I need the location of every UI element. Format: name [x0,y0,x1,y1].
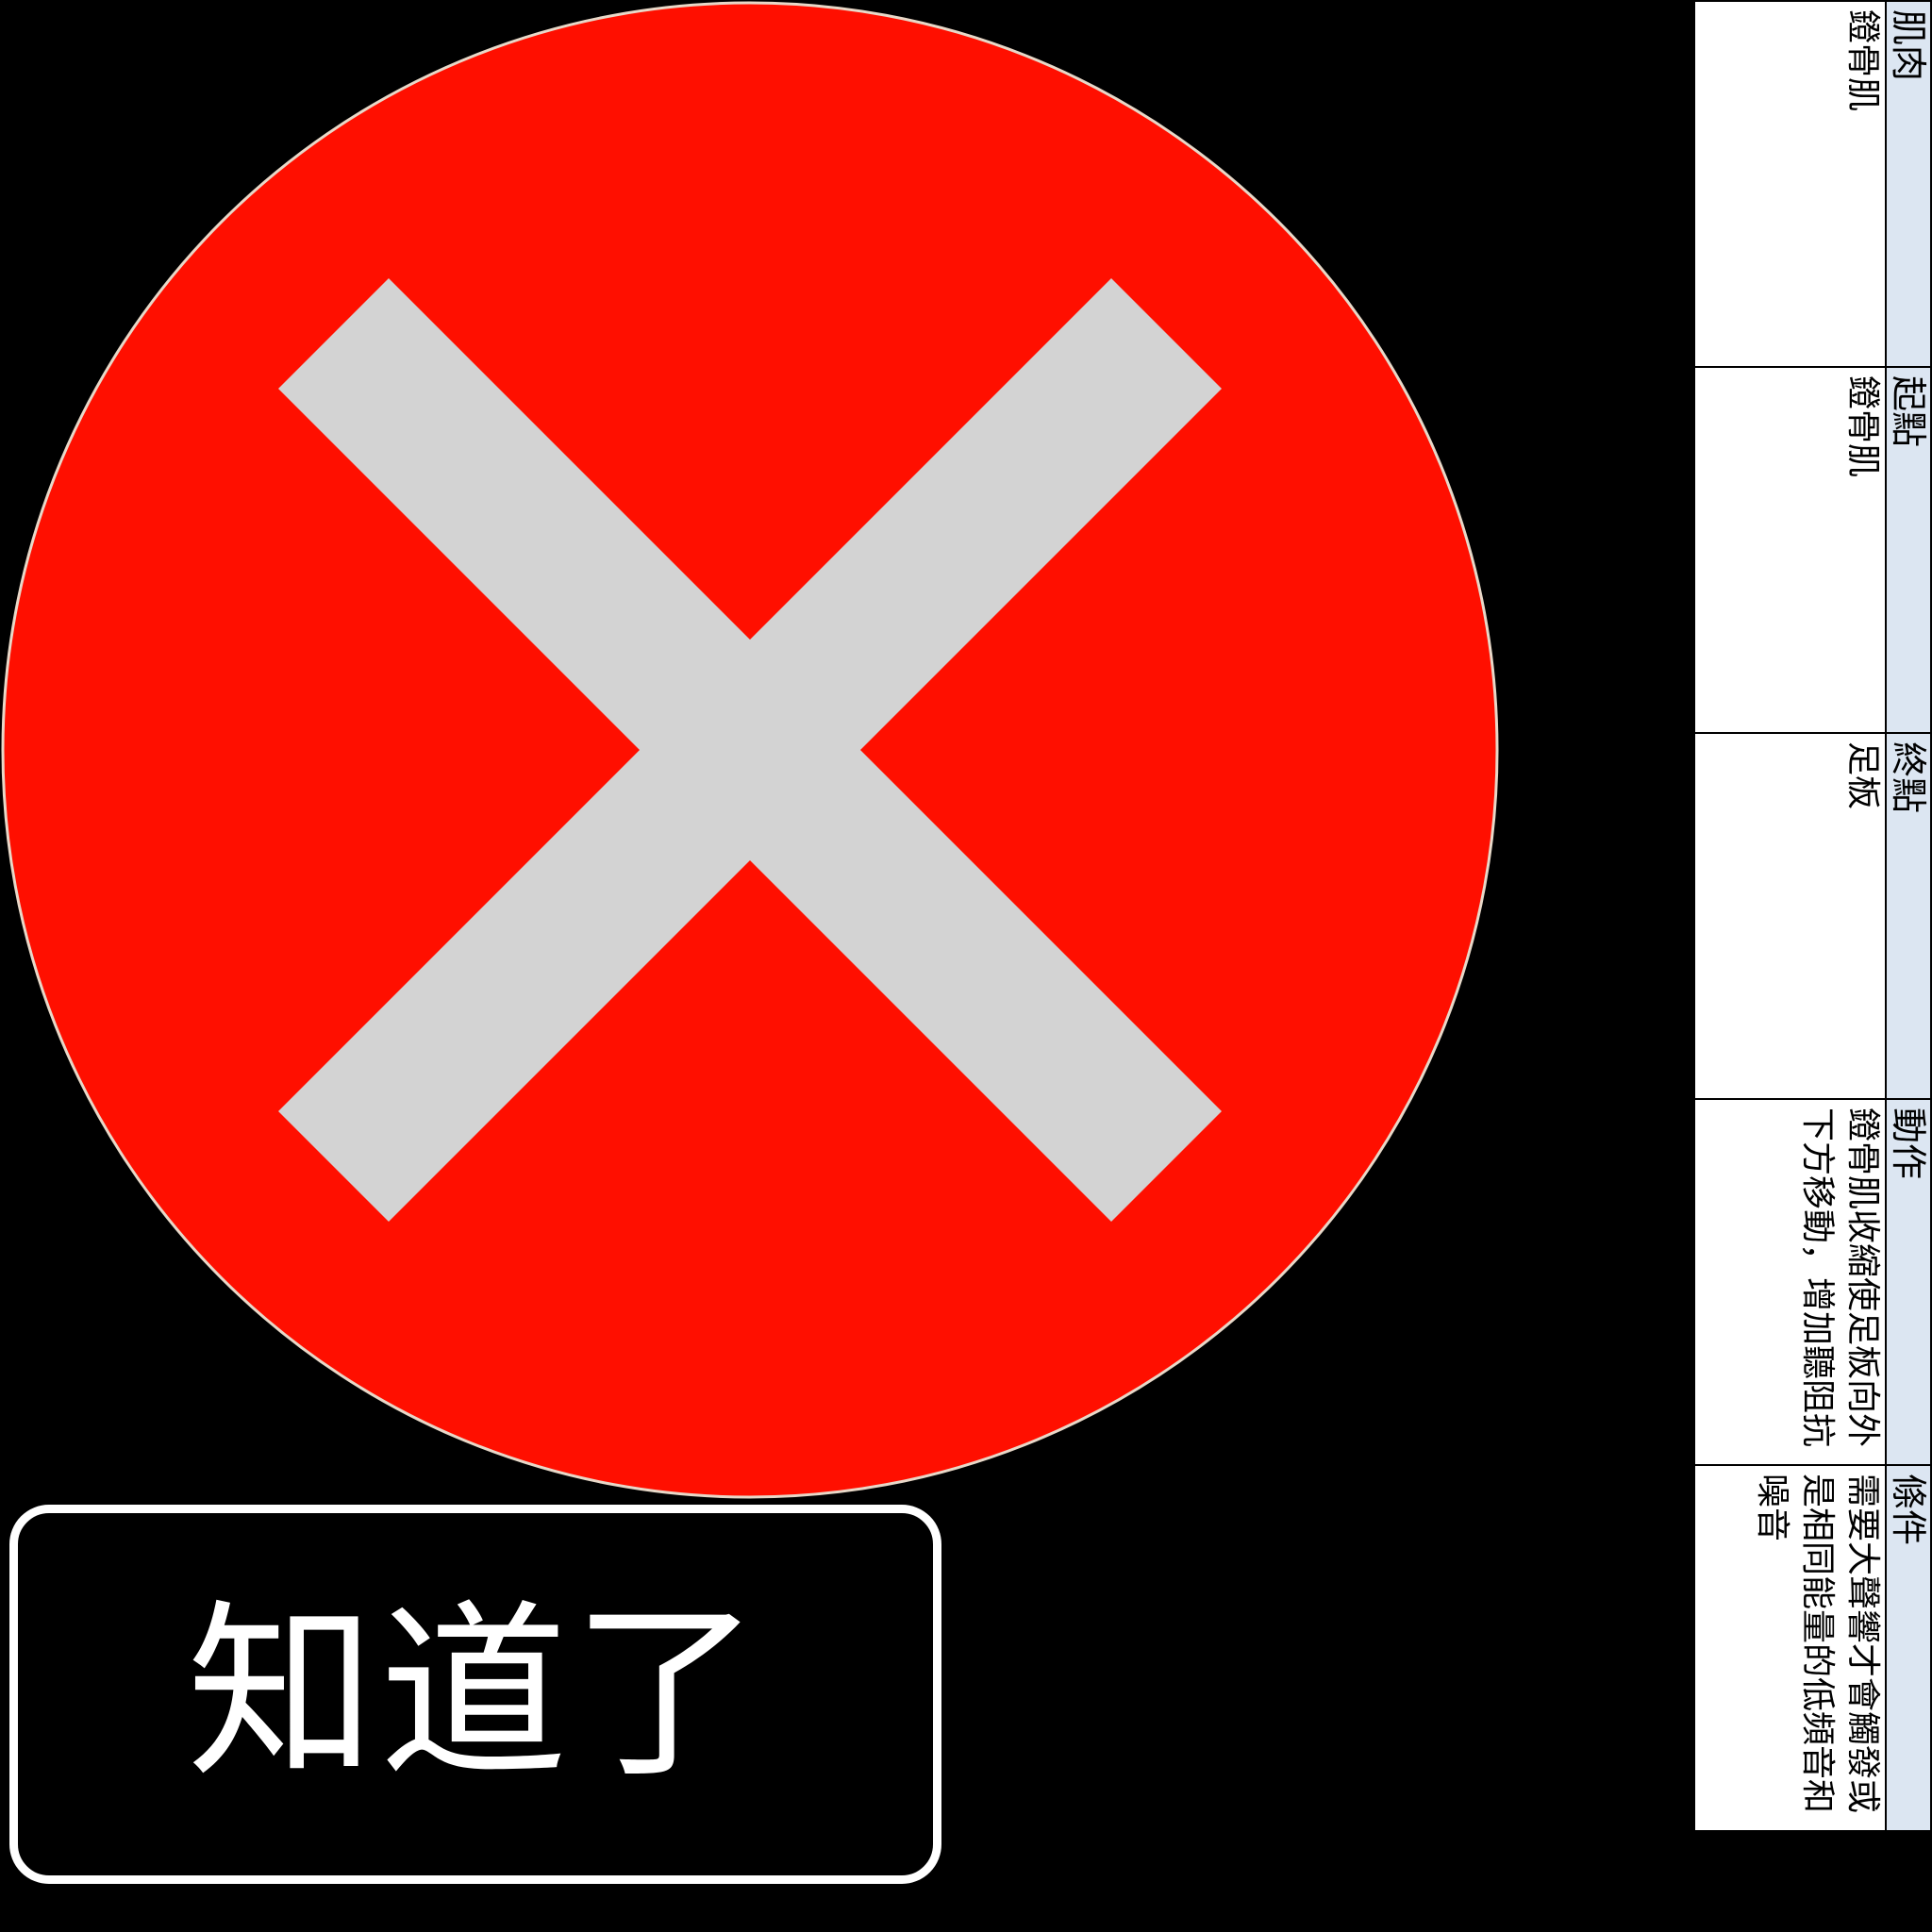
column-header-condition: 條件 [1885,1466,1930,1830]
column-condition: 條件 需要大聲響才會觸發或是相同能量的低頻音和噪音 [1695,1466,1930,1830]
column-header-muscle: 肌肉 [1885,2,1930,366]
column-value-condition: 需要大聲響才會觸發或是相同能量的低頻音和噪音 [1753,1474,1882,1814]
muscle-info-card: 肌肉 鐙骨肌 起點 鐙骨肌 終點 足板 動作 鐙骨肌收縮使足板向外下方移動，增加… [1693,0,1932,1832]
column-header-action: 動作 [1885,1100,1930,1464]
game-screen: 知道了 肌肉 鐙骨肌 起點 鐙骨肌 終點 足板 動作 鐙骨肌收縮使足板向外下方移… [0,0,1932,1932]
ok-button-label: 知道了 [186,1584,764,1804]
column-insertion: 終點 足板 [1695,734,1930,1100]
column-header-origin: 起點 [1885,368,1930,732]
column-value-action: 鐙骨肌收縮使足板向外下方移動，增加聽阻抗 [1798,1108,1882,1448]
column-value-muscle: 鐙骨肌 [1843,9,1882,112]
column-value-insertion: 足板 [1843,741,1882,810]
column-muscle: 肌肉 鐙骨肌 [1695,2,1930,368]
ok-button[interactable]: 知道了 [9,1505,941,1884]
column-origin: 起點 鐙骨肌 [1695,368,1930,734]
column-header-insertion: 終點 [1885,734,1930,1098]
column-action: 動作 鐙骨肌收縮使足板向外下方移動，增加聽阻抗 [1695,1100,1930,1466]
column-value-origin: 鐙骨肌 [1843,375,1882,478]
